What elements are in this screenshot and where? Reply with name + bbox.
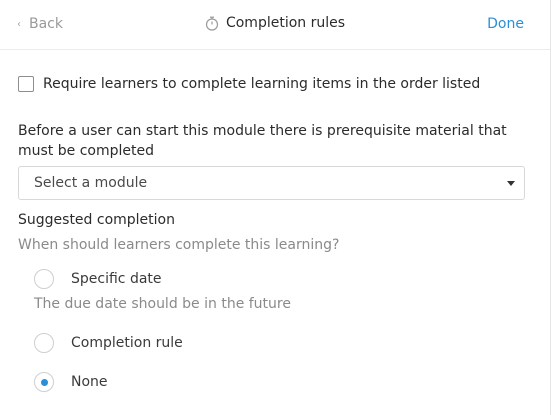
panel-header: ‹ Back Completion rules Done [0, 0, 550, 50]
page-title-text: Completion rules [225, 15, 346, 31]
option-none[interactable]: None [34, 372, 108, 392]
prerequisite-description: Before a user can start this module ther… [18, 123, 507, 159]
option-specific-date[interactable]: Specific date [34, 269, 162, 289]
order-rule-checkbox[interactable] [18, 76, 34, 92]
stopwatch-icon [205, 16, 219, 31]
radio-label: None [71, 374, 108, 390]
module-select-value: Select a module [34, 175, 148, 191]
module-select[interactable]: Select a module [18, 166, 525, 200]
radio-label: Completion rule [71, 335, 183, 351]
radio-none[interactable] [34, 372, 54, 392]
radio-specific-date[interactable] [34, 269, 54, 289]
due-date-hint: The due date should be in the future [34, 296, 291, 312]
option-completion-rule[interactable]: Completion rule [34, 333, 183, 353]
completion-rules-panel: ‹ Back Completion rules Done Require lea… [0, 0, 551, 415]
radio-completion-rule[interactable] [34, 333, 54, 353]
page-title: Completion rules [0, 15, 550, 31]
suggested-completion-title: Suggested completion [18, 212, 175, 228]
suggested-completion-question: When should learners complete this learn… [18, 237, 340, 253]
order-rule-label: Require learners to complete learning it… [43, 76, 481, 92]
radio-label: Specific date [71, 271, 162, 287]
caret-down-icon [507, 181, 515, 186]
done-button[interactable]: Done [487, 16, 524, 32]
order-rule-row[interactable]: Require learners to complete learning it… [18, 76, 480, 92]
